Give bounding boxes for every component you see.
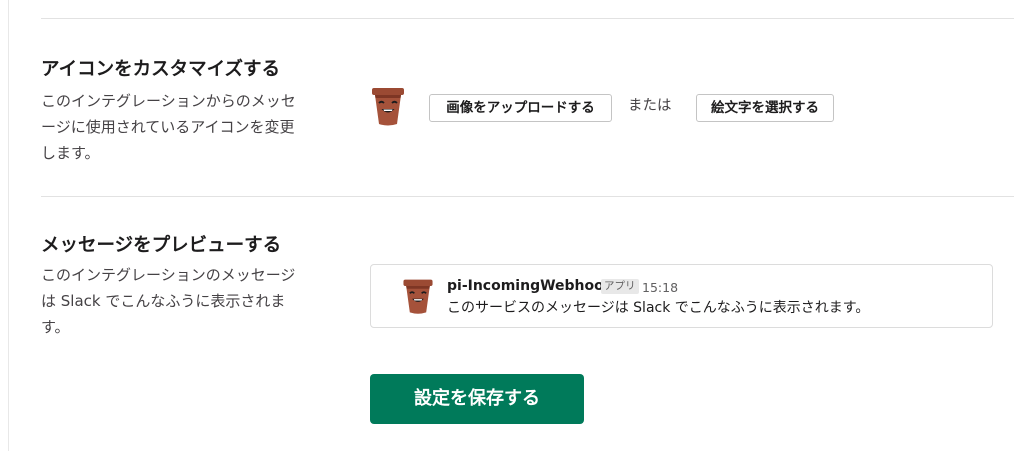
customize-icon-title: アイコンをカスタマイズする — [41, 59, 281, 80]
preview-title: メッセージをプレビューする — [41, 235, 282, 256]
app-badge: アプリ — [601, 279, 639, 294]
left-border — [8, 0, 9, 451]
or-text: または — [628, 98, 672, 114]
bot-avatar-icon — [403, 279, 433, 314]
desc-line: このインテグレーションのメッセージ — [41, 266, 296, 284]
upload-image-button[interactable]: 画像をアップロードする — [429, 94, 612, 122]
flowerpot-face-icon — [372, 88, 404, 126]
save-settings-button[interactable]: 設定を保存する — [370, 374, 584, 424]
desc-line: します。 — [41, 144, 100, 162]
desc-line: このインテグレーションからのメッセ — [41, 92, 296, 110]
customize-icon-description: このインテグレーションからのメッセ ージに使用されているアイコンを変更 します。 — [41, 88, 333, 166]
desc-line: ージに使用されているアイコンを変更 — [41, 118, 295, 136]
message-timestamp: 15:18 — [642, 280, 679, 295]
message-text: このサービスのメッセージは Slack でこんなふうに表示されます。 — [447, 300, 870, 316]
choose-emoji-button[interactable]: 絵文字を選択する — [696, 94, 834, 122]
divider-top — [41, 18, 1014, 19]
desc-line: す。 — [41, 318, 70, 336]
preview-description: このインテグレーションのメッセージ は Slack でこんなふうに表示されま す… — [41, 262, 333, 340]
bot-name: pi-IncomingWebhooks — [447, 278, 622, 294]
message-preview-box — [370, 264, 993, 328]
desc-line: は Slack でこんなふうに表示されま — [41, 292, 286, 310]
divider-middle — [41, 196, 1014, 197]
